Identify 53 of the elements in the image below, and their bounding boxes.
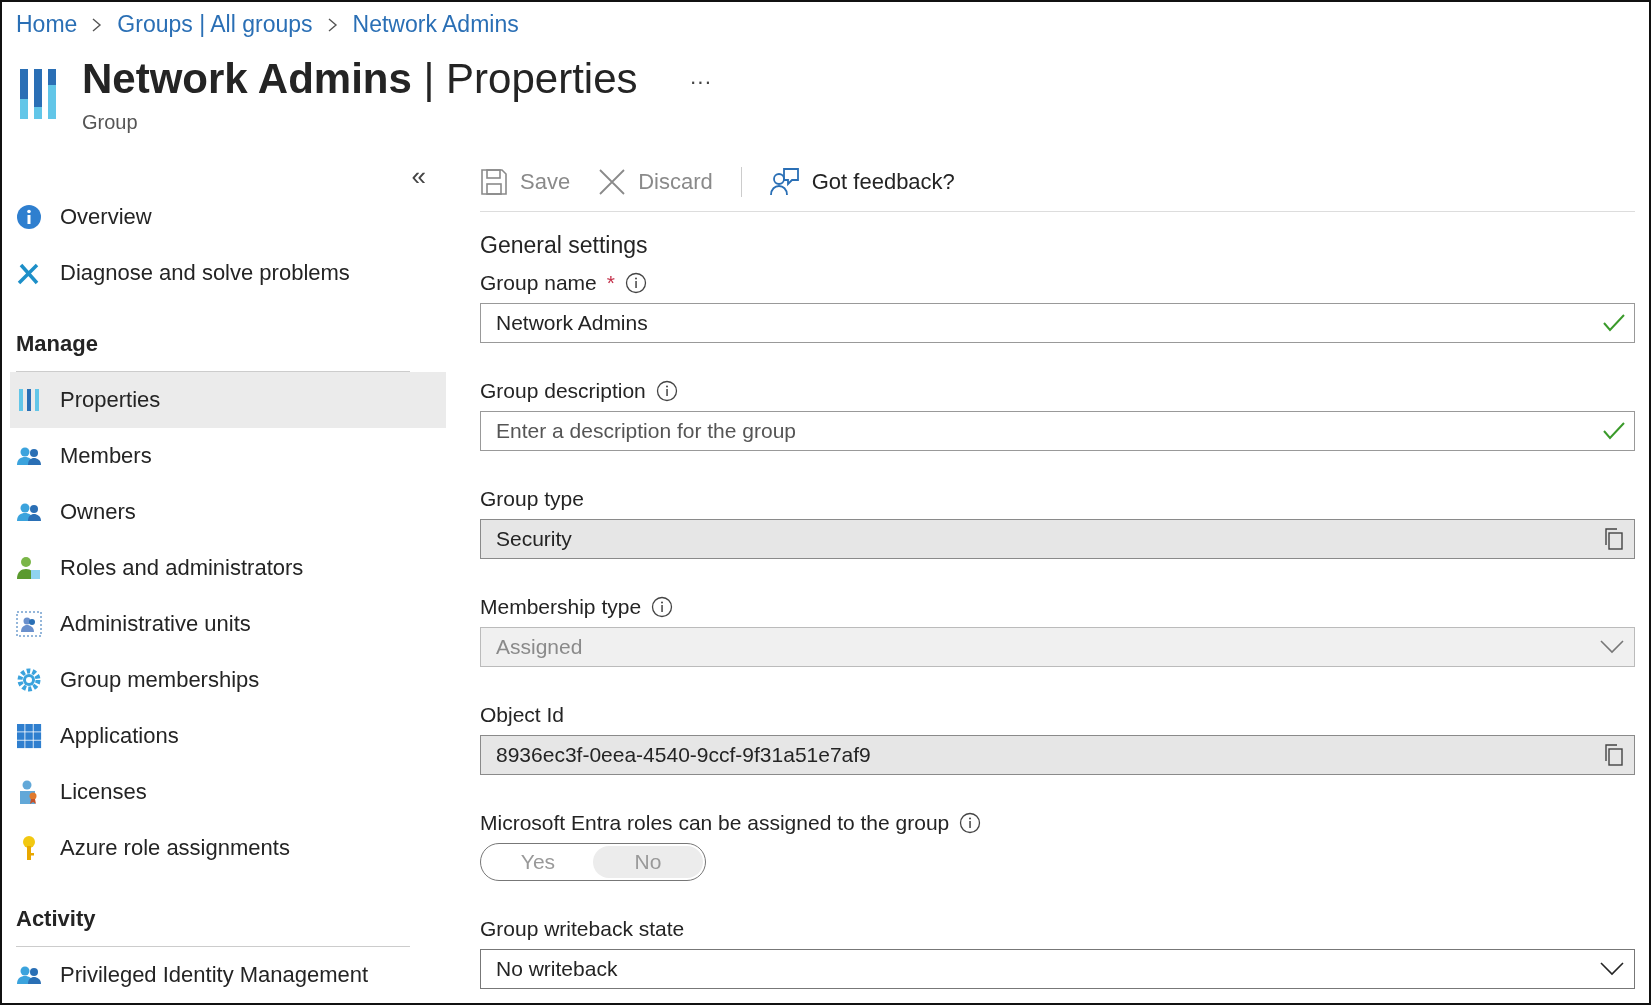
checkmark-icon bbox=[1603, 422, 1625, 440]
page-subtitle: Group bbox=[82, 111, 139, 135]
breadcrumb-link[interactable]: Groups | All groups bbox=[117, 11, 313, 39]
dropdown[interactable]: No writeback bbox=[480, 949, 1635, 989]
copy-icon[interactable] bbox=[1604, 528, 1624, 550]
section-title: General settings bbox=[480, 232, 649, 259]
sidebar-item[interactable]: Applications bbox=[10, 708, 446, 764]
feedback-icon bbox=[769, 167, 800, 197]
sidebar-item[interactable]: Members bbox=[10, 428, 446, 484]
chevron-right-icon bbox=[326, 17, 339, 32]
breadcrumb-link[interactable]: Home bbox=[16, 11, 78, 39]
sidebar-item[interactable]: Administrative units bbox=[10, 596, 446, 652]
sidebar-item[interactable]: Roles and administrators bbox=[10, 540, 446, 596]
save-icon bbox=[480, 168, 508, 196]
field-label: Membership type bbox=[480, 595, 642, 619]
sidebar-item[interactable]: Diagnose and solve problems bbox=[10, 245, 446, 301]
field-label: Object Id bbox=[480, 703, 565, 727]
field-label: Group description bbox=[480, 379, 646, 403]
gear-icon bbox=[16, 667, 42, 693]
person-cube-icon bbox=[16, 555, 42, 581]
page-title: Network Admins | Properties bbox=[82, 55, 638, 104]
breadcrumb-link[interactable]: Network Admins bbox=[352, 11, 519, 39]
info-icon bbox=[16, 204, 42, 230]
sidebar-item[interactable]: Privileged Identity Management bbox=[10, 947, 446, 1003]
bars-icon bbox=[16, 387, 42, 413]
close-icon bbox=[598, 168, 627, 196]
toolbar-button[interactable]: Got feedback? bbox=[769, 167, 955, 197]
more-button[interactable]: ··· bbox=[689, 69, 712, 96]
checkmark-icon bbox=[1603, 314, 1625, 332]
required-asterisk: * bbox=[606, 271, 615, 295]
info-icon[interactable] bbox=[624, 272, 647, 294]
readonly-field: 8936ec3f-0eea-4540-9ccf-9f31a51e7af9 bbox=[480, 735, 1635, 775]
sidebar-item[interactable]: Overview bbox=[10, 189, 446, 245]
field-label: Group type bbox=[480, 487, 584, 511]
chevron-down-icon bbox=[1600, 962, 1624, 976]
text-field[interactable]: Enter a description for the group bbox=[480, 411, 1635, 451]
field-label: Microsoft Entra roles can be assigned to the group bbox=[480, 811, 950, 835]
sidebar-item[interactable]: Properties bbox=[10, 372, 446, 428]
copy-icon[interactable] bbox=[1604, 744, 1624, 766]
info-icon[interactable] bbox=[655, 380, 678, 402]
field-label: Group writeback state bbox=[480, 917, 685, 941]
section-heading: Activity bbox=[16, 906, 410, 947]
readonly-field: Security bbox=[480, 519, 1635, 559]
sidebar-item[interactable]: Group memberships bbox=[10, 652, 446, 708]
sidebar-item[interactable]: Licenses bbox=[10, 764, 446, 820]
grid-icon bbox=[16, 723, 42, 749]
people-frame-icon bbox=[16, 611, 42, 637]
field-label: Group name bbox=[480, 271, 597, 295]
sidebar-item[interactable]: Owners bbox=[10, 484, 446, 540]
collapse-button[interactable]: « bbox=[411, 163, 426, 189]
chevron-down-icon bbox=[1600, 640, 1624, 654]
sidebar-item[interactable]: Azure role assignments bbox=[10, 820, 446, 876]
text-field[interactable]: Network Admins bbox=[480, 303, 1635, 343]
